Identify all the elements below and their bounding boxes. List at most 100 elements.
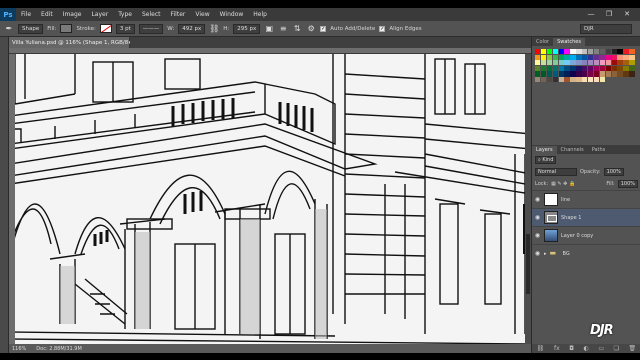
color-swatch[interactable] — [570, 71, 576, 77]
color-swatch[interactable] — [599, 60, 606, 66]
color-swatch[interactable] — [546, 76, 553, 83]
visibility-eye-icon[interactable]: ◉ — [534, 232, 541, 239]
visibility-eye-icon[interactable]: ◉ — [534, 214, 541, 221]
color-swatch[interactable] — [623, 49, 629, 55]
color-swatch[interactable] — [582, 65, 588, 72]
color-swatch[interactable] — [582, 49, 588, 55]
auto-add-delete-checkbox[interactable]: ✓ — [320, 25, 327, 32]
color-swatch[interactable] — [552, 49, 558, 55]
color-swatch[interactable] — [593, 76, 600, 83]
color-swatch[interactable] — [611, 60, 617, 66]
color-swatch[interactable] — [629, 71, 635, 77]
visibility-eye-icon[interactable]: ◉ — [534, 196, 541, 203]
visibility-eye-icon[interactable]: ◉ — [534, 250, 541, 257]
new-layer-icon[interactable]: ❏ — [614, 345, 619, 352]
color-swatch[interactable] — [535, 65, 541, 72]
path-operations-icon[interactable]: ▣ — [264, 24, 274, 34]
fill-swatch[interactable] — [60, 24, 73, 33]
tab-swatches[interactable]: Swatches — [553, 38, 585, 46]
color-swatch[interactable] — [558, 60, 564, 66]
color-swatch[interactable] — [593, 54, 600, 60]
zoom-level[interactable]: 116% — [12, 346, 26, 352]
color-swatch[interactable] — [564, 54, 570, 60]
fx-icon[interactable]: fx — [554, 345, 560, 352]
color-swatch[interactable] — [535, 76, 541, 83]
trash-icon[interactable]: 🗑 — [629, 345, 637, 352]
layer-group-row[interactable]: ◉ ▸ ▬ BG — [532, 244, 640, 262]
width-field[interactable]: 492 px — [178, 23, 206, 34]
color-swatch[interactable] — [623, 60, 629, 66]
link-dimensions-icon[interactable]: ⛓ — [209, 24, 219, 34]
color-swatch[interactable] — [623, 65, 629, 72]
color-swatch[interactable] — [593, 60, 600, 66]
color-swatch[interactable] — [546, 60, 553, 66]
color-swatch[interactable] — [599, 65, 606, 72]
color-swatch[interactable] — [535, 54, 541, 60]
path-arrangement-icon[interactable]: ⇅ — [292, 24, 302, 34]
color-swatch[interactable] — [617, 71, 623, 77]
blend-mode-select[interactable]: Normal — [535, 168, 577, 176]
color-swatch[interactable] — [558, 49, 564, 55]
color-swatch[interactable] — [576, 71, 582, 77]
color-swatch[interactable] — [552, 54, 558, 60]
tab-channels[interactable]: Channels — [557, 146, 588, 154]
color-swatch[interactable] — [558, 71, 564, 77]
color-swatch[interactable] — [599, 54, 606, 60]
color-swatch[interactable] — [564, 60, 570, 66]
menu-image[interactable]: Image — [58, 11, 87, 18]
color-swatch[interactable] — [570, 60, 576, 66]
color-swatch[interactable] — [540, 60, 547, 66]
color-swatch[interactable] — [546, 49, 553, 55]
color-swatch[interactable] — [552, 71, 558, 77]
close-button[interactable]: ✕ — [622, 10, 632, 19]
opacity-field[interactable]: 100% — [603, 168, 624, 176]
color-swatch[interactable] — [617, 54, 623, 60]
color-swatch[interactable] — [576, 60, 582, 66]
color-swatch[interactable] — [623, 54, 629, 60]
scrollbar-thumb[interactable] — [526, 234, 530, 294]
minimize-button[interactable]: — — [586, 10, 596, 19]
color-swatch[interactable] — [540, 54, 547, 60]
color-swatch[interactable] — [599, 49, 606, 55]
color-swatch[interactable] — [570, 76, 576, 83]
color-swatch[interactable] — [582, 54, 588, 60]
color-swatch[interactable] — [593, 71, 600, 77]
color-swatch[interactable] — [540, 71, 547, 77]
color-swatch[interactable] — [588, 54, 594, 60]
lock-icons[interactable]: ▦ ✎ ✥ 🔒 — [551, 181, 575, 187]
color-swatch[interactable] — [558, 54, 564, 60]
color-swatch[interactable] — [588, 49, 594, 55]
color-swatch[interactable] — [564, 76, 570, 83]
color-swatch[interactable] — [546, 54, 553, 60]
tab-paths[interactable]: Paths — [588, 146, 610, 154]
color-swatch[interactable] — [593, 49, 600, 55]
color-swatch[interactable] — [564, 71, 570, 77]
color-swatch[interactable] — [605, 65, 611, 72]
color-swatch[interactable] — [540, 65, 547, 72]
color-swatch[interactable] — [582, 76, 588, 83]
color-swatch[interactable] — [629, 49, 635, 55]
menu-type[interactable]: Type — [113, 11, 137, 18]
color-swatch[interactable] — [564, 49, 570, 55]
color-swatch[interactable] — [558, 65, 564, 72]
fill-field[interactable]: 100% — [617, 180, 638, 188]
tab-color[interactable]: Color — [532, 38, 553, 46]
tool-mode-select[interactable]: Shape — [18, 23, 44, 34]
layer-row[interactable]: ◉ Shape 1 — [532, 208, 640, 226]
color-swatch[interactable] — [576, 54, 582, 60]
color-swatch[interactable] — [611, 49, 617, 55]
settings-gear-icon[interactable]: ⚙ — [306, 24, 316, 34]
color-swatch[interactable] — [599, 71, 606, 77]
color-swatch[interactable] — [552, 60, 558, 66]
color-swatch[interactable] — [540, 49, 547, 55]
workspace-select[interactable]: DJR — [580, 23, 632, 34]
tab-layers[interactable]: Layers — [532, 146, 557, 154]
height-field[interactable]: 295 px — [233, 23, 261, 34]
color-swatch[interactable] — [582, 60, 588, 66]
color-swatch[interactable] — [588, 76, 594, 83]
folder-icon[interactable]: ▭ — [598, 345, 604, 352]
menu-window[interactable]: Window — [215, 11, 249, 18]
color-swatch[interactable] — [576, 49, 582, 55]
color-swatch[interactable] — [558, 76, 564, 83]
color-swatch[interactable] — [611, 65, 617, 72]
